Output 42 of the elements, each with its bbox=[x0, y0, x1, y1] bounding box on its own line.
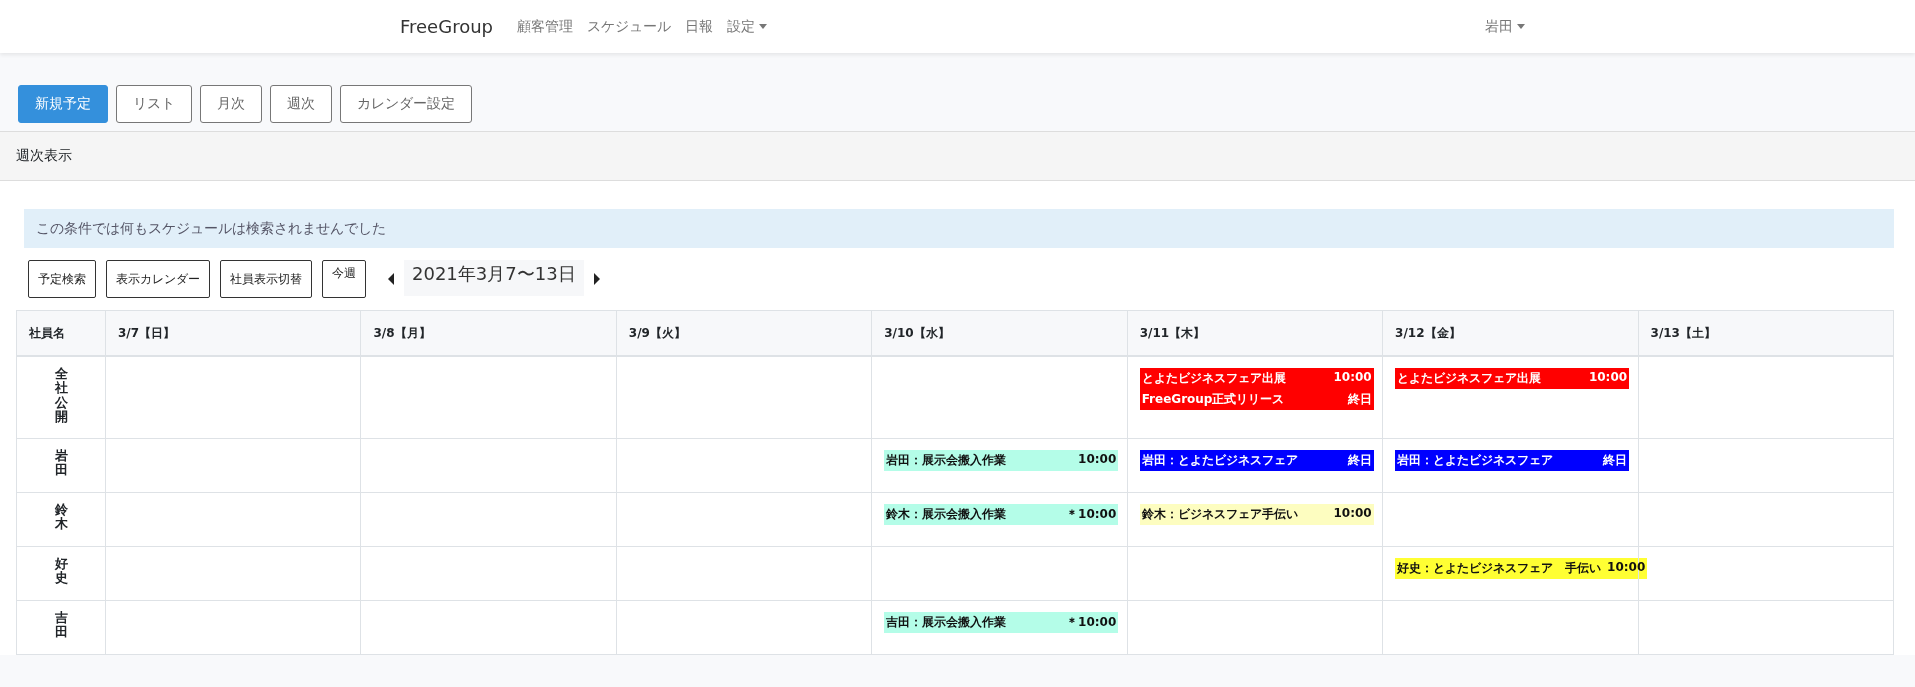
column-header: 3/13【土】 bbox=[1638, 310, 1894, 356]
nav-link[interactable]: 設定 bbox=[727, 17, 767, 36]
nav-link[interactable]: 顧客管理 bbox=[517, 17, 573, 36]
view-button[interactable]: 週次 bbox=[270, 85, 332, 123]
schedule-event[interactable]: FreeGroup正式リリース 終日 bbox=[1139, 389, 1374, 410]
column-header: 社員名 bbox=[16, 310, 106, 356]
tool-button[interactable]: 表示カレンダー bbox=[106, 260, 210, 298]
next-icon[interactable] bbox=[593, 273, 600, 285]
column-header: 3/7【日】 bbox=[105, 310, 361, 356]
employee-name: 岩田 bbox=[54, 449, 68, 478]
schedule-event[interactable]: 岩田：とよたビジネスフェア 終日 bbox=[1395, 450, 1630, 471]
employee-name: 鈴木 bbox=[54, 503, 68, 532]
column-header: 3/8【月】 bbox=[360, 310, 617, 356]
view-button[interactable]: カレンダー設定 bbox=[340, 85, 472, 123]
schedule-event[interactable]: 岩田：とよたビジネスフェア 終日 bbox=[1139, 450, 1374, 471]
schedule-event[interactable]: 鈴木：ビジネスフェア手伝い 10:00 bbox=[1139, 504, 1374, 525]
column-header: 3/11【木】 bbox=[1127, 310, 1383, 356]
employee-name: 吉田 bbox=[54, 611, 68, 640]
user-menu[interactable]: 岩田 bbox=[1485, 17, 1525, 36]
employee-name: 好史 bbox=[54, 557, 68, 586]
employee-name: 全社公開 bbox=[54, 367, 68, 425]
this-week-button[interactable]: 今週 bbox=[322, 260, 366, 298]
date-range: 2021年3月7〜13日 bbox=[404, 260, 584, 296]
view-button[interactable]: 月次 bbox=[200, 85, 262, 123]
nav-link[interactable]: スケジュール bbox=[587, 17, 671, 36]
brand-link[interactable]: FreeGroup bbox=[400, 16, 493, 37]
schedule-event[interactable]: とよたビジネスフェア出展 10:00 bbox=[1395, 368, 1630, 389]
info-alert: この条件では何もスケジュールは検索されませんでした bbox=[24, 209, 1894, 248]
column-header: 3/9【火】 bbox=[616, 310, 872, 356]
tool-button[interactable]: 社員表示切替 bbox=[220, 260, 312, 298]
schedule-event[interactable]: 鈴木：展示会搬入作業 ＊10:00 bbox=[884, 504, 1119, 525]
column-header: 3/10【水】 bbox=[871, 310, 1128, 356]
previous-icon[interactable] bbox=[388, 273, 394, 285]
new-schedule-button[interactable]: 新規予定 bbox=[18, 85, 108, 123]
view-button[interactable]: リスト bbox=[116, 85, 192, 123]
tool-button[interactable]: 予定検索 bbox=[28, 260, 96, 298]
schedule-event[interactable]: 岩田：展示会搬入作業 10:00 bbox=[884, 450, 1119, 471]
column-header: 3/12【金】 bbox=[1382, 310, 1639, 356]
schedule-event[interactable]: 吉田：展示会搬入作業 ＊10:00 bbox=[884, 612, 1119, 633]
card-header: 週次表示 bbox=[0, 132, 1915, 181]
nav-link[interactable]: 日報 bbox=[685, 17, 713, 36]
schedule-event[interactable]: とよたビジネスフェア出展 10:00 bbox=[1139, 368, 1374, 389]
